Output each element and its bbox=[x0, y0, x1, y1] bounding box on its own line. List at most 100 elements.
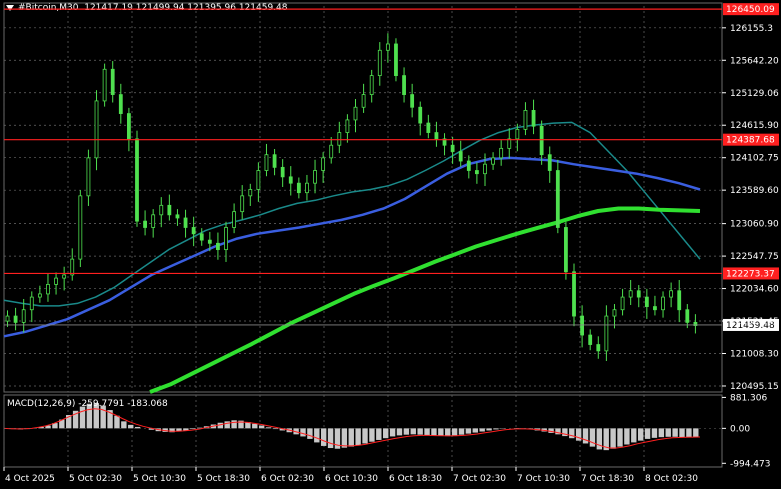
candle-body bbox=[70, 258, 75, 276]
trading-chart[interactable]: 126450.09124387.68122273.37121459.48 MAC… bbox=[0, 0, 781, 489]
macd-bar bbox=[314, 428, 320, 443]
macd-bar bbox=[79, 406, 86, 429]
x-tick-label: 6 Oct 02:30 bbox=[261, 474, 314, 484]
price-levels: 126450.09124387.68122273.37121459.48 bbox=[4, 3, 779, 331]
ma-line-mid bbox=[3, 156, 701, 338]
candle bbox=[653, 295, 657, 316]
macd-bar bbox=[651, 428, 658, 438]
candle bbox=[272, 149, 277, 176]
x-tick-label: 4 Oct 2025 bbox=[5, 474, 55, 484]
macd-bar bbox=[665, 428, 671, 437]
macd-bar bbox=[128, 424, 134, 429]
candle-body bbox=[135, 138, 139, 222]
candle-body bbox=[240, 195, 245, 213]
candle bbox=[426, 114, 431, 139]
macd-bar bbox=[610, 428, 616, 449]
candle-body bbox=[580, 315, 585, 336]
candle-body bbox=[531, 110, 536, 127]
candle bbox=[604, 305, 609, 361]
candle bbox=[531, 99, 536, 135]
y-tick-label: 121008.30 bbox=[730, 350, 779, 360]
x-tick-label: 7 Oct 02:30 bbox=[453, 474, 506, 484]
candle-body bbox=[394, 43, 398, 77]
candle-body bbox=[564, 227, 568, 273]
candle bbox=[94, 90, 99, 171]
macd-bar bbox=[121, 421, 127, 429]
candle-body bbox=[426, 122, 431, 133]
candle bbox=[353, 99, 358, 133]
candle bbox=[126, 107, 131, 152]
candle-body bbox=[313, 170, 317, 184]
candle-body bbox=[353, 106, 358, 121]
macd-bar bbox=[679, 428, 685, 438]
macd-panel: MACD(12,26,9) -259.7791 -183.068 bbox=[3, 399, 722, 451]
candle-body bbox=[224, 227, 228, 251]
y-tick-label: 123589.60 bbox=[730, 186, 779, 196]
candle-body bbox=[207, 239, 212, 244]
candle-body bbox=[523, 110, 528, 130]
macd-y-tick-label: -994.473 bbox=[730, 459, 770, 469]
candle bbox=[110, 61, 115, 103]
macd-bar bbox=[231, 420, 237, 429]
candle-body bbox=[572, 271, 576, 317]
candle bbox=[167, 194, 172, 221]
macd-bar bbox=[658, 428, 665, 438]
candle-body bbox=[37, 293, 42, 298]
x-tick-label: 5 Oct 18:30 bbox=[197, 474, 250, 484]
candle-body bbox=[677, 290, 682, 311]
macd-bar bbox=[589, 428, 596, 447]
candle bbox=[288, 166, 293, 196]
candle-body bbox=[175, 214, 180, 219]
ma-line-slow bbox=[149, 206, 701, 394]
candle-body bbox=[337, 132, 342, 146]
candle-body bbox=[612, 309, 617, 317]
candle bbox=[499, 140, 504, 166]
candle bbox=[620, 288, 625, 316]
candle-body bbox=[296, 182, 301, 194]
x-tick-label: 7 Oct 10:30 bbox=[517, 474, 570, 484]
candle-body bbox=[636, 290, 641, 298]
macd-bar bbox=[486, 428, 492, 431]
x-tick-label: 5 Oct 02:30 bbox=[69, 474, 122, 484]
candle-body bbox=[199, 233, 204, 241]
candles bbox=[5, 33, 698, 361]
candle bbox=[199, 228, 204, 246]
candle-body bbox=[685, 309, 690, 323]
candle bbox=[337, 121, 342, 154]
candle bbox=[46, 273, 50, 302]
macd-bar bbox=[569, 428, 575, 439]
candle-body bbox=[499, 147, 504, 159]
candle bbox=[240, 185, 245, 220]
candle-body bbox=[167, 204, 172, 216]
macd-y-tick-label: 0.00 bbox=[730, 424, 750, 434]
main-frame bbox=[3, 2, 723, 393]
y-tick-label: 124102.75 bbox=[730, 154, 779, 164]
macd-y-tick-label: 881.306 bbox=[730, 393, 767, 403]
candle-body bbox=[596, 344, 601, 352]
macd-bar bbox=[341, 428, 348, 448]
candle bbox=[580, 305, 585, 348]
candle bbox=[159, 197, 164, 228]
candle bbox=[539, 120, 544, 165]
macd-bar bbox=[252, 423, 258, 429]
y-tick-label: 125129.06 bbox=[730, 89, 779, 99]
macd-bar bbox=[438, 428, 444, 436]
candle bbox=[523, 102, 528, 136]
x-tick-label: 8 Oct 02:30 bbox=[645, 474, 698, 484]
candle bbox=[474, 162, 479, 184]
candle bbox=[313, 159, 317, 194]
candle-body bbox=[183, 217, 188, 228]
candle bbox=[458, 140, 463, 167]
macd-bar bbox=[445, 428, 451, 437]
y-tick-label: 126155.3 bbox=[730, 24, 773, 34]
candle-body bbox=[361, 94, 366, 108]
candle-body bbox=[653, 306, 657, 311]
macd-bar bbox=[458, 428, 465, 435]
macd-bar bbox=[472, 428, 478, 433]
candle bbox=[564, 221, 568, 280]
candle-body bbox=[191, 227, 196, 235]
candle-body bbox=[5, 315, 10, 322]
candle bbox=[547, 146, 552, 183]
candle-body bbox=[458, 151, 463, 162]
y-tick-label: 120495.15 bbox=[730, 382, 779, 392]
